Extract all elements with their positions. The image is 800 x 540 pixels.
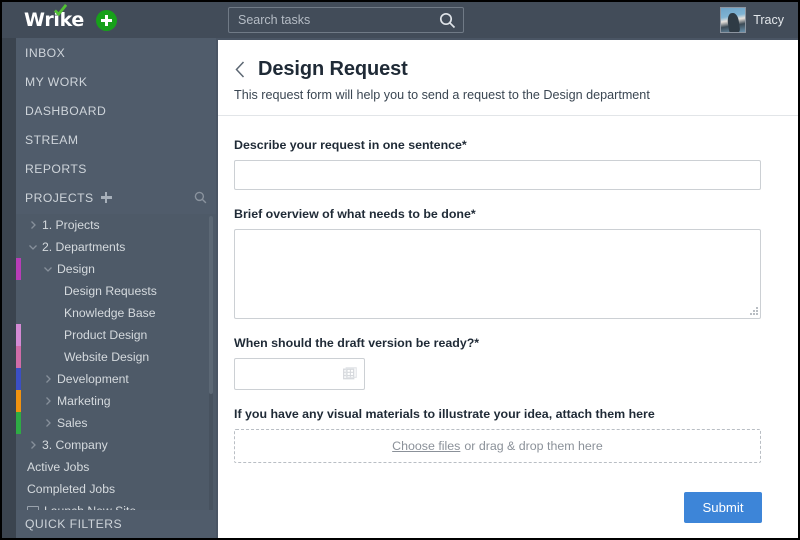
tree-item-label: 2. Departments xyxy=(42,240,126,254)
add-button[interactable] xyxy=(96,9,118,31)
sidebar-item-label: DASHBOARD xyxy=(25,103,107,118)
tree-item[interactable]: Design Requests xyxy=(16,280,216,302)
wrike-logo[interactable]: Wrike xyxy=(24,4,84,31)
overview-textarea[interactable] xyxy=(234,229,761,319)
quick-filters-label: QUICK FILTERS xyxy=(25,517,123,531)
field-label: When should the draft version be ready?* xyxy=(234,336,480,350)
back-chevron-icon[interactable] xyxy=(234,61,247,78)
avatar[interactable] xyxy=(720,7,747,33)
tree-item-label: Product Design xyxy=(64,328,148,342)
wrike-app-window: Wrike Tracy INBOX MY WORK xyxy=(0,0,800,540)
tree-item[interactable]: Sales xyxy=(16,412,216,434)
tree-item-label: Sales xyxy=(57,416,88,430)
tree-item[interactable]: Active Jobs xyxy=(16,456,216,478)
tree-item-label: Active Jobs xyxy=(27,460,90,474)
sidebar-item-projects[interactable]: PROJECTS xyxy=(16,183,216,212)
project-tree[interactable]: 1. Projects 2. Departments Design Design Re… xyxy=(16,214,216,538)
tree-item[interactable]: 1. Projects xyxy=(16,214,216,236)
chevron-right-icon[interactable] xyxy=(42,417,54,429)
tree-item-label: Website Design xyxy=(64,350,150,364)
textarea-wrapper xyxy=(234,229,761,319)
chevron-right-icon[interactable] xyxy=(27,219,39,231)
project-color-bar xyxy=(16,368,21,390)
project-color-bar xyxy=(16,346,21,368)
tree-item-label: Design xyxy=(57,262,95,276)
sidebar-item-label: INBOX xyxy=(25,45,66,60)
sidebar-item-my-work[interactable]: MY WORK xyxy=(16,67,216,96)
tree-item-label: 3. Company xyxy=(42,438,108,452)
tree-item[interactable]: Product Design xyxy=(16,324,216,346)
choose-files-link[interactable]: Choose files xyxy=(392,439,460,453)
field-overview: Brief overview of what needs to be done* xyxy=(234,207,782,319)
user-menu[interactable]: Tracy xyxy=(720,2,784,38)
chevron-down-icon[interactable] xyxy=(42,263,54,275)
tree-item[interactable]: Marketing xyxy=(16,390,216,412)
sidebar: INBOX MY WORK DASHBOARD STREAM REPORTS P… xyxy=(2,38,216,538)
checkmark-icon xyxy=(54,4,67,17)
sidebar-item-label: REPORTS xyxy=(25,161,87,176)
form-body: Describe your request in one sentence* B… xyxy=(218,116,798,523)
tree-item-label: Development xyxy=(57,372,129,386)
quick-filters-section[interactable]: QUICK FILTERS xyxy=(16,510,216,538)
tree-item-label: Design Requests xyxy=(64,284,157,298)
field-label: Describe your request in one sentence* xyxy=(234,138,467,152)
sidebar-item-label: PROJECTS xyxy=(25,190,94,205)
tree-item-label: 1. Projects xyxy=(42,218,100,232)
tree-item[interactable]: Design xyxy=(16,258,216,280)
tree-item-label: Knowledge Base xyxy=(64,306,156,320)
tree-item-label: Completed Jobs xyxy=(27,482,116,496)
primary-nav: INBOX MY WORK DASHBOARD STREAM REPORTS P… xyxy=(16,38,216,214)
main-content: Design Request This request form will he… xyxy=(218,40,798,538)
tree-scrollbar-thumb[interactable] xyxy=(209,216,213,394)
calendar-icon[interactable] xyxy=(343,367,357,381)
tree-item[interactable]: Completed Jobs xyxy=(16,478,216,500)
project-color-bar xyxy=(16,324,21,346)
title-row: Design Request xyxy=(234,58,798,81)
search-input[interactable] xyxy=(229,8,429,32)
search-box[interactable] xyxy=(228,7,464,33)
describe-input[interactable] xyxy=(234,160,761,190)
logo-block: Wrike xyxy=(2,2,216,38)
tree-item-label: Marketing xyxy=(57,394,111,408)
tree-item[interactable]: 2. Departments xyxy=(16,236,216,258)
tree-item[interactable]: Development xyxy=(16,368,216,390)
field-describe: Describe your request in one sentence* xyxy=(234,138,782,190)
date-wrapper xyxy=(234,358,365,390)
chevron-right-icon[interactable] xyxy=(27,439,39,451)
tree-item[interactable]: Knowledge Base xyxy=(16,302,216,324)
sidebar-item-dashboard[interactable]: DASHBOARD xyxy=(16,96,216,125)
project-color-bar xyxy=(16,412,21,434)
search-icon[interactable] xyxy=(439,12,456,29)
submit-button[interactable]: Submit xyxy=(684,492,762,523)
search-icon[interactable] xyxy=(194,191,207,204)
tree-item[interactable]: Website Design xyxy=(16,346,216,368)
chevron-right-icon[interactable] xyxy=(42,373,54,385)
field-draft-date: When should the draft version be ready?* xyxy=(234,336,782,390)
submit-row: Submit xyxy=(234,480,782,523)
sidebar-item-inbox[interactable]: INBOX xyxy=(16,38,216,67)
tree-item[interactable]: 3. Company xyxy=(16,434,216,456)
field-attachments: If you have any visual materials to illu… xyxy=(234,407,782,463)
chevron-right-icon[interactable] xyxy=(42,395,54,407)
field-label: If you have any visual materials to illu… xyxy=(234,407,655,421)
form-header: Design Request This request form will he… xyxy=(218,40,798,116)
field-label: Brief overview of what needs to be done* xyxy=(234,207,476,221)
sidebar-item-stream[interactable]: STREAM xyxy=(16,125,216,154)
drop-hint-text: or drag & drop them here xyxy=(464,439,603,453)
user-name: Tracy xyxy=(753,13,784,27)
page-title: Design Request xyxy=(258,58,408,80)
file-dropzone[interactable]: Choose files or drag & drop them here xyxy=(234,429,761,463)
sidebar-item-label: MY WORK xyxy=(25,74,88,89)
project-color-bar xyxy=(16,258,21,280)
top-bar: Wrike Tracy xyxy=(2,2,798,38)
sidebar-item-label: STREAM xyxy=(25,132,79,147)
chevron-down-icon[interactable] xyxy=(27,241,39,253)
project-color-bar xyxy=(16,390,21,412)
sidebar-item-reports[interactable]: REPORTS xyxy=(16,154,216,183)
form-subtitle: This request form will help you to send … xyxy=(234,88,650,102)
plus-icon[interactable] xyxy=(100,192,112,203)
